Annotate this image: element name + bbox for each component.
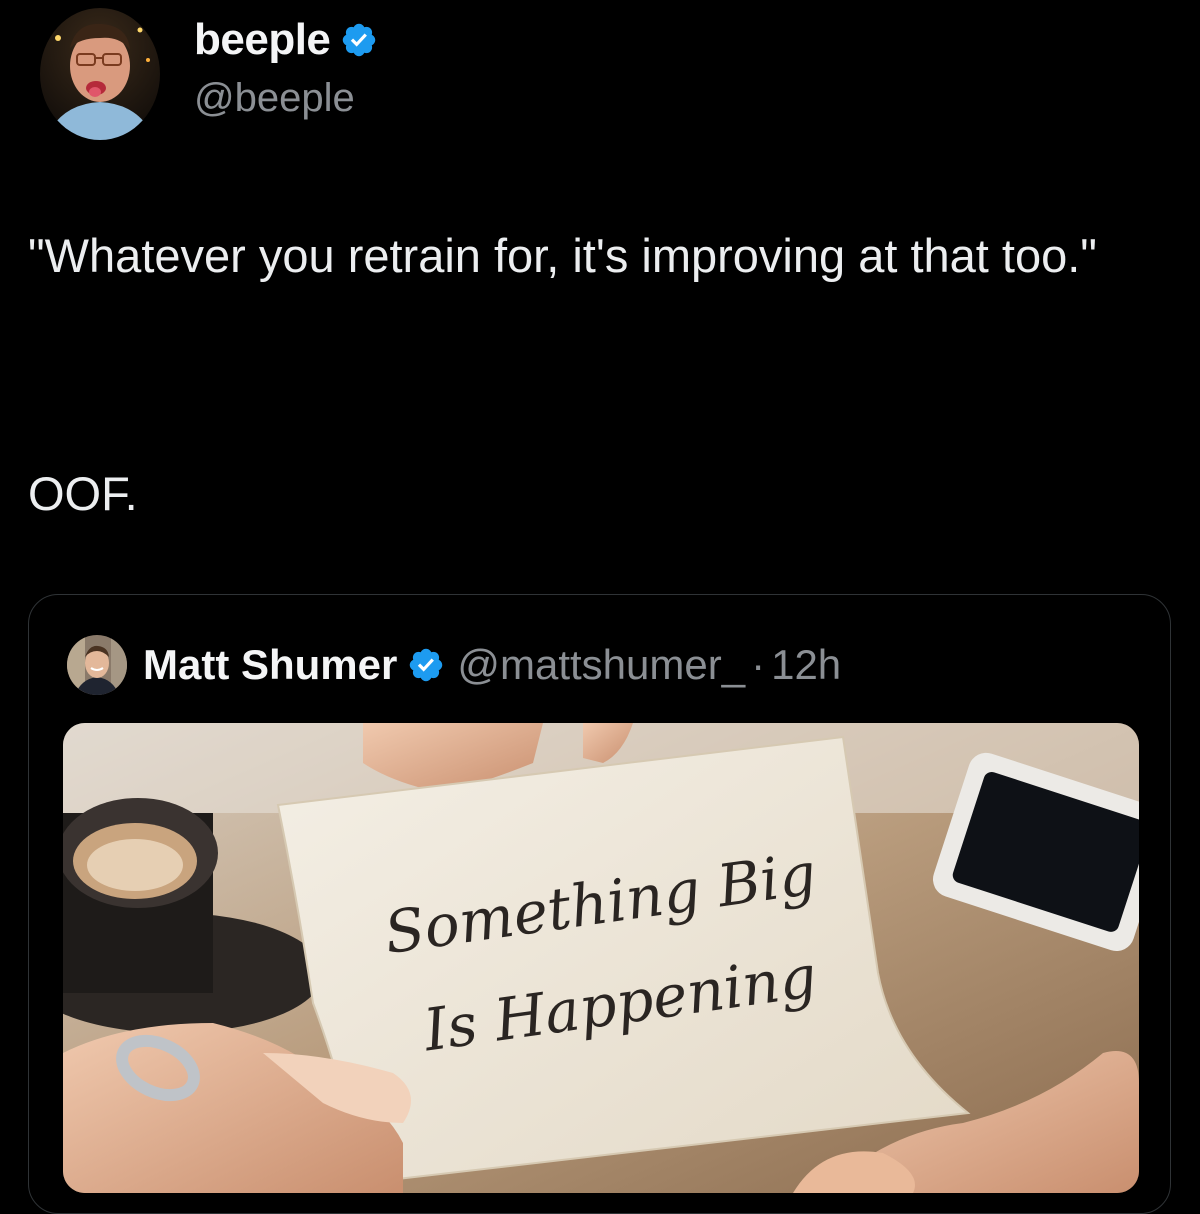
avatar-photo-icon [40, 8, 160, 140]
quoted-tweet-media[interactable]: Something Big Is Happening [63, 723, 1139, 1193]
author-handle[interactable]: @beeple [194, 76, 355, 121]
quoted-author-avatar[interactable] [67, 635, 127, 695]
separator-dot: · [751, 641, 766, 688]
avatar-photo-icon [67, 635, 127, 695]
note-photo-icon: Something Big Is Happening [63, 723, 1139, 1193]
verified-badge-icon [410, 648, 443, 682]
verified-badge-icon [343, 23, 376, 57]
author-avatar[interactable] [40, 8, 160, 140]
tweet-text: "Whatever you retrain for, it's improvin… [28, 229, 1097, 282]
author-name[interactable]: beeple [194, 15, 331, 65]
author-name-row[interactable]: beeple [194, 14, 378, 66]
quoted-tweet-header: Matt Shumer @mattshumer_ · 12h [67, 635, 841, 695]
quoted-author-handle[interactable]: @mattshumer_ [457, 641, 745, 689]
quoted-tweet-card[interactable]: Matt Shumer @mattshumer_ · 12h Something… [28, 594, 1171, 1214]
quoted-tweet-time[interactable]: 12h [771, 641, 841, 689]
tweet-text-followup: OOF. [28, 467, 138, 520]
quoted-author-name[interactable]: Matt Shumer [143, 641, 397, 689]
